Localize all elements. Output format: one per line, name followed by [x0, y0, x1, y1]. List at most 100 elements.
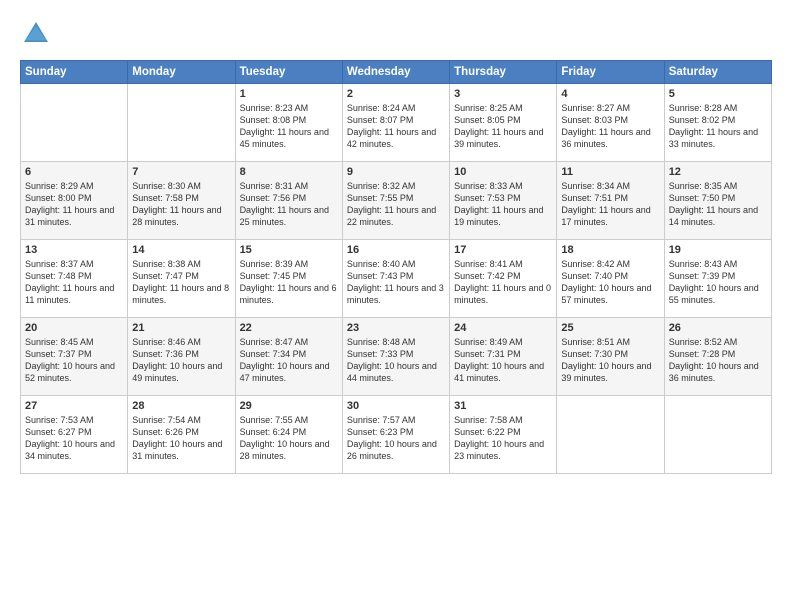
- day-cell: 26Sunrise: 8:52 AM Sunset: 7:28 PM Dayli…: [664, 318, 771, 396]
- day-number: 18: [561, 244, 659, 256]
- header-day-thursday: Thursday: [450, 61, 557, 84]
- day-cell: 9Sunrise: 8:32 AM Sunset: 7:55 PM Daylig…: [342, 162, 449, 240]
- header-day-friday: Friday: [557, 61, 664, 84]
- day-number: 21: [132, 322, 230, 334]
- day-number: 3: [454, 88, 552, 100]
- day-number: 25: [561, 322, 659, 334]
- day-number: 7: [132, 166, 230, 178]
- day-number: 29: [240, 400, 338, 412]
- day-number: 2: [347, 88, 445, 100]
- day-info: Sunrise: 8:27 AM Sunset: 8:03 PM Dayligh…: [561, 102, 659, 151]
- day-number: 12: [669, 166, 767, 178]
- day-info: Sunrise: 8:31 AM Sunset: 7:56 PM Dayligh…: [240, 180, 338, 229]
- day-info: Sunrise: 8:41 AM Sunset: 7:42 PM Dayligh…: [454, 258, 552, 307]
- day-number: 6: [25, 166, 123, 178]
- day-number: 17: [454, 244, 552, 256]
- week-row-4: 20 Sunrise: 8:45 AM Sunset: 7:37 PM Dayli…: [21, 318, 772, 396]
- day-info: Sunrise: 7:58 AM Sunset: 6:22 PM Dayligh…: [454, 414, 552, 463]
- day-number: 28: [132, 400, 230, 412]
- day-number: 1: [240, 88, 338, 100]
- header-day-sunday: Sunday: [21, 61, 128, 84]
- day-number: 9: [347, 166, 445, 178]
- day-cell: 5Sunrise: 8:28 AM Sunset: 8:02 PM Daylig…: [664, 84, 771, 162]
- day-info: Sunrise: 8:45 AM Sunset: 7:37 PM Dayligh…: [25, 336, 123, 385]
- day-cell: 13Sunrise: 8:37 AM Sunset: 7:48 PM Dayli…: [21, 240, 128, 318]
- day-cell: 18 Sunrise: 8:42 AM Sunset: 7:40 PM Dayli…: [557, 240, 664, 318]
- day-cell: 10Sunrise: 8:33 AM Sunset: 7:53 PM Dayli…: [450, 162, 557, 240]
- day-info: Sunrise: 7:53 AM Sunset: 6:27 PM Dayligh…: [25, 414, 123, 463]
- day-number: 20: [25, 322, 123, 334]
- day-cell: 20 Sunrise: 8:45 AM Sunset: 7:37 PM Dayli…: [21, 318, 128, 396]
- day-info: Sunrise: 8:23 AM Sunset: 8:08 PM Dayligh…: [240, 102, 338, 151]
- day-cell: 3 Sunrise: 8:25 AM Sunset: 8:05 PM Daylig…: [450, 84, 557, 162]
- calendar-header-row: SundayMondayTuesdayWednesdayThursdayFrid…: [21, 61, 772, 84]
- day-cell: 29 Sunrise: 7:55 AM Sunset: 6:24 PM Dayli…: [235, 396, 342, 474]
- day-info: Sunrise: 8:37 AM Sunset: 7:48 PM Dayligh…: [25, 258, 123, 307]
- day-number: 5: [669, 88, 767, 100]
- week-row-1: 1 Sunrise: 8:23 AM Sunset: 8:08 PM Daylig…: [21, 84, 772, 162]
- day-cell: [557, 396, 664, 474]
- day-info: Sunrise: 7:55 AM Sunset: 6:24 PM Dayligh…: [240, 414, 338, 463]
- day-number: 27: [25, 400, 123, 412]
- day-number: 11: [561, 166, 659, 178]
- page-container: SundayMondayTuesdayWednesdayThursdayFrid…: [0, 0, 792, 484]
- day-info: Sunrise: 8:42 AM Sunset: 7:40 PM Dayligh…: [561, 258, 659, 307]
- day-info: Sunrise: 8:40 AM Sunset: 7:43 PM Dayligh…: [347, 258, 445, 307]
- calendar-table: SundayMondayTuesdayWednesdayThursdayFrid…: [20, 60, 772, 474]
- day-info: Sunrise: 8:43 AM Sunset: 7:39 PM Dayligh…: [669, 258, 767, 307]
- day-cell: 6 Sunrise: 8:29 AM Sunset: 8:00 PM Daylig…: [21, 162, 128, 240]
- day-cell: 23Sunrise: 8:48 AM Sunset: 7:33 PM Dayli…: [342, 318, 449, 396]
- day-cell: 17 Sunrise: 8:41 AM Sunset: 7:42 PM Dayli…: [450, 240, 557, 318]
- day-info: Sunrise: 8:24 AM Sunset: 8:07 PM Dayligh…: [347, 102, 445, 151]
- header-day-wednesday: Wednesday: [342, 61, 449, 84]
- day-number: 8: [240, 166, 338, 178]
- day-cell: 28 Sunrise: 7:54 AM Sunset: 6:26 PM Dayli…: [128, 396, 235, 474]
- day-cell: 21 Sunrise: 8:46 AM Sunset: 7:36 PM Dayli…: [128, 318, 235, 396]
- day-info: Sunrise: 8:49 AM Sunset: 7:31 PM Dayligh…: [454, 336, 552, 385]
- day-cell: 2 Sunrise: 8:24 AM Sunset: 8:07 PM Daylig…: [342, 84, 449, 162]
- day-cell: 31 Sunrise: 7:58 AM Sunset: 6:22 PM Dayli…: [450, 396, 557, 474]
- day-cell: 11 Sunrise: 8:34 AM Sunset: 7:51 PM Dayli…: [557, 162, 664, 240]
- day-number: 4: [561, 88, 659, 100]
- day-info: Sunrise: 8:39 AM Sunset: 7:45 PM Dayligh…: [240, 258, 338, 307]
- day-cell: 15 Sunrise: 8:39 AM Sunset: 7:45 PM Dayli…: [235, 240, 342, 318]
- day-cell: 27 Sunrise: 7:53 AM Sunset: 6:27 PM Dayli…: [21, 396, 128, 474]
- day-info: Sunrise: 8:30 AM Sunset: 7:58 PM Dayligh…: [132, 180, 230, 229]
- day-info: Sunrise: 8:47 AM Sunset: 7:34 PM Dayligh…: [240, 336, 338, 385]
- day-number: 16: [347, 244, 445, 256]
- day-info: Sunrise: 8:52 AM Sunset: 7:28 PM Dayligh…: [669, 336, 767, 385]
- day-info: Sunrise: 8:34 AM Sunset: 7:51 PM Dayligh…: [561, 180, 659, 229]
- day-cell: 7 Sunrise: 8:30 AM Sunset: 7:58 PM Daylig…: [128, 162, 235, 240]
- day-number: 24: [454, 322, 552, 334]
- day-cell: [664, 396, 771, 474]
- logo: [20, 18, 56, 50]
- day-info: Sunrise: 8:38 AM Sunset: 7:47 PM Dayligh…: [132, 258, 230, 307]
- logo-icon: [20, 18, 52, 50]
- day-number: 14: [132, 244, 230, 256]
- day-cell: 30Sunrise: 7:57 AM Sunset: 6:23 PM Dayli…: [342, 396, 449, 474]
- day-cell: 1 Sunrise: 8:23 AM Sunset: 8:08 PM Daylig…: [235, 84, 342, 162]
- header-day-saturday: Saturday: [664, 61, 771, 84]
- header: [20, 18, 772, 50]
- week-row-5: 27 Sunrise: 7:53 AM Sunset: 6:27 PM Dayli…: [21, 396, 772, 474]
- header-day-monday: Monday: [128, 61, 235, 84]
- day-info: Sunrise: 8:29 AM Sunset: 8:00 PM Dayligh…: [25, 180, 123, 229]
- day-number: 22: [240, 322, 338, 334]
- day-info: Sunrise: 8:51 AM Sunset: 7:30 PM Dayligh…: [561, 336, 659, 385]
- day-cell: 22 Sunrise: 8:47 AM Sunset: 7:34 PM Dayli…: [235, 318, 342, 396]
- day-info: Sunrise: 7:54 AM Sunset: 6:26 PM Dayligh…: [132, 414, 230, 463]
- day-cell: 12Sunrise: 8:35 AM Sunset: 7:50 PM Dayli…: [664, 162, 771, 240]
- header-day-tuesday: Tuesday: [235, 61, 342, 84]
- day-cell: 25 Sunrise: 8:51 AM Sunset: 7:30 PM Dayli…: [557, 318, 664, 396]
- day-info: Sunrise: 8:46 AM Sunset: 7:36 PM Dayligh…: [132, 336, 230, 385]
- day-info: Sunrise: 8:25 AM Sunset: 8:05 PM Dayligh…: [454, 102, 552, 151]
- day-cell: 19 Sunrise: 8:43 AM Sunset: 7:39 PM Dayli…: [664, 240, 771, 318]
- day-number: 31: [454, 400, 552, 412]
- day-cell: 4 Sunrise: 8:27 AM Sunset: 8:03 PM Daylig…: [557, 84, 664, 162]
- day-cell: [128, 84, 235, 162]
- day-number: 23: [347, 322, 445, 334]
- week-row-2: 6 Sunrise: 8:29 AM Sunset: 8:00 PM Daylig…: [21, 162, 772, 240]
- day-number: 15: [240, 244, 338, 256]
- day-number: 19: [669, 244, 767, 256]
- day-info: Sunrise: 8:33 AM Sunset: 7:53 PM Dayligh…: [454, 180, 552, 229]
